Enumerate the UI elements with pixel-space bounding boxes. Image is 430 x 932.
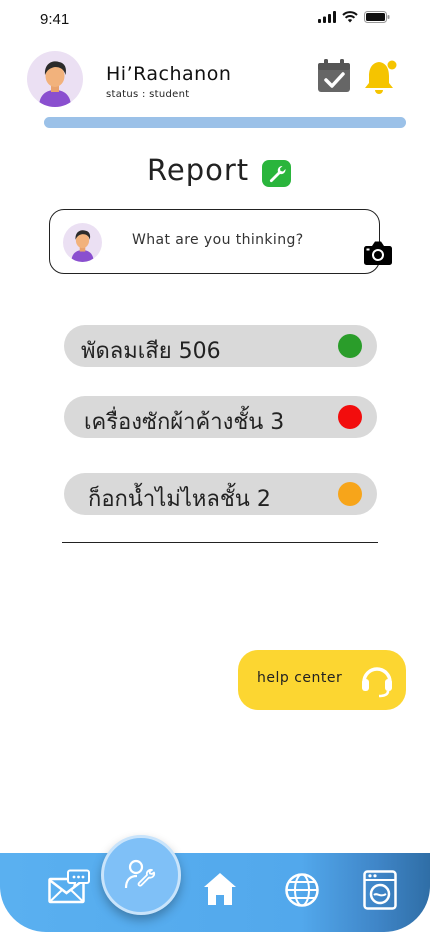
user-avatar-icon: [71, 230, 94, 262]
nav-laundry[interactable]: [362, 870, 398, 910]
globe-icon: [285, 873, 319, 907]
status-dot: [338, 482, 362, 506]
bottom-nav: [0, 853, 430, 932]
calendar-check-icon[interactable]: [318, 59, 350, 92]
wifi-icon: [342, 11, 358, 23]
camera-icon[interactable]: [364, 241, 392, 265]
signal-icon: [318, 11, 336, 23]
status-time: 9:41: [40, 11, 70, 28]
headset-icon: [359, 662, 395, 698]
report-label: เครื่องซักผ้าค้างชั้น 3: [84, 410, 285, 435]
repair-user-icon: [124, 859, 156, 889]
help-center-button[interactable]: help center: [238, 650, 406, 710]
avatar[interactable]: [27, 51, 83, 107]
user-avatar-icon: [39, 61, 71, 107]
progress-fill: [44, 117, 406, 128]
report-item[interactable]: เครื่องซักผ้าค้างชั้น 3: [64, 396, 377, 438]
user-status: status : student: [106, 89, 190, 100]
bell-icon[interactable]: [362, 58, 400, 96]
home-icon: [204, 873, 236, 905]
page-title: Report: [147, 153, 250, 187]
composer-avatar: [63, 223, 102, 262]
nav-messages[interactable]: [48, 868, 90, 906]
help-center-label: help center: [257, 670, 343, 686]
repair-request-button[interactable]: [101, 835, 181, 915]
greeting: Hi’Rachanon: [106, 63, 232, 85]
wrench-icon: [262, 160, 291, 187]
report-label: พัดลมเสีย 506: [81, 339, 221, 364]
status-dot: [338, 405, 362, 429]
composer-input[interactable]: [132, 232, 352, 248]
status-indicators: [318, 11, 390, 23]
battery-icon: [364, 11, 390, 23]
report-item[interactable]: ก็อกน้ำไม่ไหลชั้น 2: [64, 473, 377, 515]
report-label: ก็อกน้ำไม่ไหลชั้น 2: [88, 487, 271, 512]
status-dot: [338, 334, 362, 358]
nav-globe[interactable]: [283, 871, 321, 909]
progress-bar: [44, 117, 406, 128]
mail-chat-icon: [48, 869, 90, 904]
divider: [62, 542, 378, 543]
washing-machine-icon: [363, 870, 397, 910]
post-composer[interactable]: [49, 209, 392, 274]
report-item[interactable]: พัดลมเสีย 506: [64, 325, 377, 367]
nav-home[interactable]: [201, 870, 239, 908]
